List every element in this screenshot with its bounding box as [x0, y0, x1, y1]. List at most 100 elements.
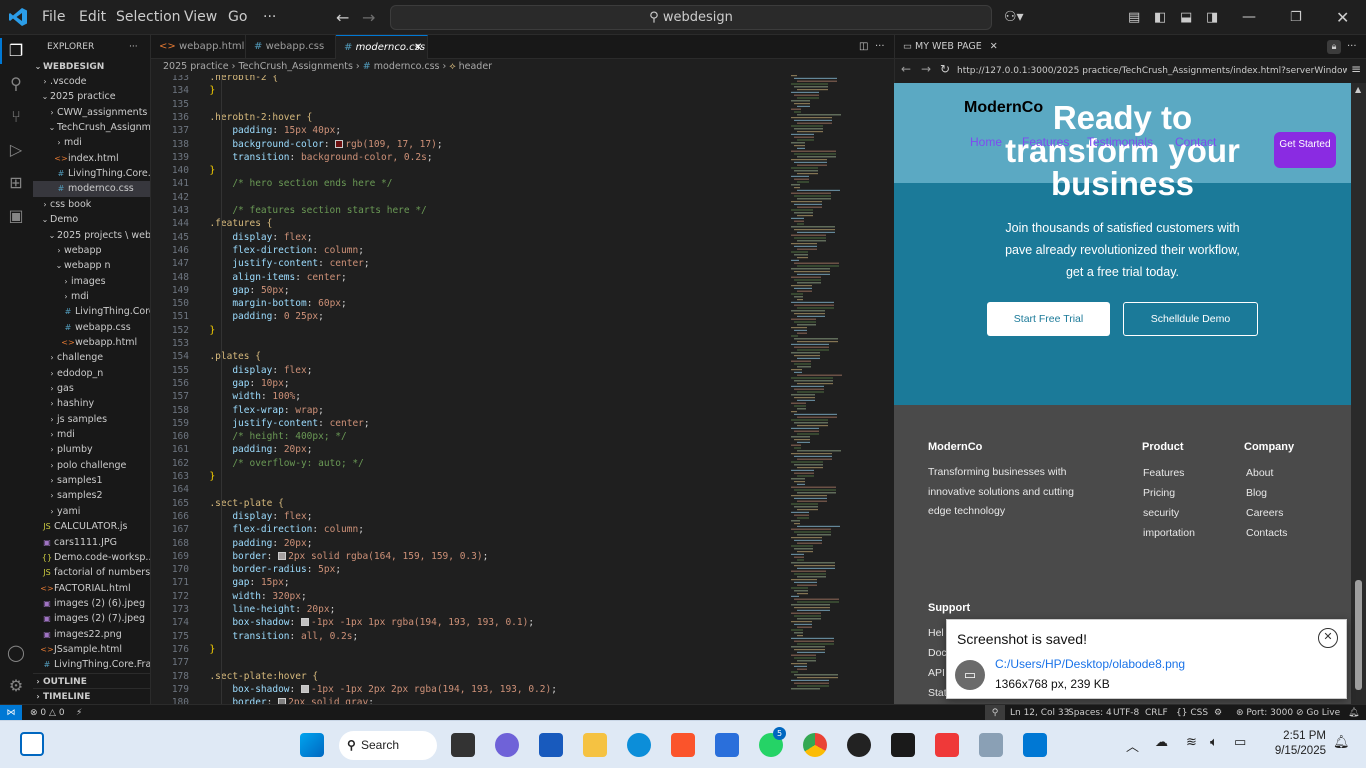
close-window-icon[interactable]: ✕	[1336, 0, 1349, 35]
ports-icon[interactable]: ⚡︎	[76, 705, 82, 721]
menu-edit[interactable]: Edit	[79, 0, 106, 35]
tree-item[interactable]: #LivingThing.Core...	[33, 304, 150, 319]
screenshot-path-link[interactable]: C:/Users/HP/Desktop/olabode8.png	[995, 657, 1185, 671]
timeline-section[interactable]: › TIMELINE	[33, 688, 150, 703]
capcut-icon[interactable]	[891, 733, 915, 757]
footer-link[interactable]: Careers	[1246, 503, 1287, 523]
tree-item[interactable]: › samples2	[33, 488, 150, 503]
code-line[interactable]: gap: 15px;	[198, 577, 289, 588]
start-windows-icon[interactable]	[300, 733, 324, 757]
outline-section[interactable]: › OUTLINE	[33, 673, 150, 688]
tree-item[interactable]: › CWW_assignments	[33, 105, 150, 120]
zoom-icon[interactable]: ⚲	[985, 705, 1005, 721]
source-control-icon[interactable]: ⑂	[5, 106, 27, 128]
tab-webapp-css[interactable]: # webapp.css	[246, 35, 336, 59]
tree-item[interactable]: ▣ images (2) (6).jpeg	[33, 596, 150, 611]
tree-item[interactable]: # modernco.css	[33, 181, 150, 197]
vscode-taskbar-icon[interactable]	[1023, 733, 1047, 757]
whatsapp-icon[interactable]: 5	[759, 727, 786, 757]
color-swatch-icon[interactable]	[278, 551, 287, 560]
tree-item[interactable]: ▣ cars1111.JPG	[33, 535, 150, 550]
code-line[interactable]: }	[198, 165, 215, 176]
word-icon[interactable]	[539, 733, 563, 757]
toggle-sidebar-icon[interactable]: ◧	[1154, 0, 1166, 35]
code-line[interactable]: }	[198, 325, 215, 336]
microsoft-store-icon[interactable]	[715, 733, 739, 757]
tree-item[interactable]: # webapp.css	[33, 320, 150, 335]
tree-item[interactable]: › samples1	[33, 473, 150, 488]
code-line[interactable]: background-color: rgb(109, 17, 17);	[198, 139, 442, 150]
tree-item[interactable]: › plumby	[33, 442, 150, 457]
tree-item[interactable]: › mdi	[33, 289, 150, 304]
breadcrumb-folder[interactable]: 2025 practice	[163, 61, 229, 72]
tree-item[interactable]: ⌄2025 projects \ weba...	[33, 228, 150, 243]
code-line[interactable]: .plates {	[198, 351, 260, 362]
code-line[interactable]: width: 320px;	[198, 591, 306, 602]
more-actions-icon[interactable]: ···	[1347, 35, 1357, 59]
tree-item[interactable]: › yami	[33, 504, 150, 519]
taskbar-search[interactable]: ⚲ Search	[339, 731, 437, 760]
code-line[interactable]: flex-direction: column;	[198, 245, 364, 256]
code-line[interactable]: box-shadow: -1px -1px 2px 2px rgba(194, …	[198, 684, 557, 695]
tree-item[interactable]: ⌄ TechCrush_Assignm...	[33, 120, 150, 135]
code-line[interactable]: .herobtn-2:hover {	[198, 112, 312, 123]
scroll-thumb[interactable]	[1355, 580, 1362, 690]
code-line[interactable]: padding: 20px;	[198, 538, 312, 549]
volume-icon[interactable]: 🔈︎	[1210, 735, 1218, 750]
indentation[interactable]: Spaces: 4	[1068, 705, 1112, 721]
tab-modernco-css[interactable]: # modernco.css ✕	[336, 35, 428, 59]
code-line[interactable]: gap: 10px;	[198, 378, 289, 389]
menu-file[interactable]: File	[42, 0, 65, 35]
chatgpt-icon[interactable]	[847, 733, 871, 757]
remote-explorer-icon[interactable]: ▣	[5, 205, 27, 227]
photos-icon[interactable]	[979, 733, 1003, 757]
forward-arrow-icon[interactable]: →	[921, 62, 931, 76]
file-explorer-icon[interactable]	[583, 733, 607, 757]
run-debug-icon[interactable]: ▷	[5, 139, 27, 161]
tree-item[interactable]: #LivingThing.Core.Fr...	[33, 166, 150, 181]
teams-meet-icon[interactable]	[495, 733, 519, 757]
code-line[interactable]: }	[198, 471, 215, 482]
menu-icon[interactable]: ≡	[1351, 62, 1361, 76]
close-notification-icon[interactable]: ✕	[1318, 628, 1338, 648]
split-editor-icon[interactable]: ◫	[851, 35, 868, 59]
more-actions-icon[interactable]: ···	[129, 35, 138, 59]
live-server-port[interactable]: ⊛ Port: 3000	[1236, 705, 1293, 721]
code-line[interactable]: /* features section starts here */	[198, 205, 426, 216]
bell-icon[interactable]: 🔔︎	[1348, 705, 1359, 721]
extensions-icon[interactable]: ⊞	[5, 172, 27, 194]
tree-item[interactable]: <>FACTORIAL.html	[33, 581, 150, 596]
code-line[interactable]: transition: background-color, 0.2s;	[198, 152, 432, 163]
code-line[interactable]: /* overflow-y: auto; */	[198, 458, 364, 469]
menu-selection[interactable]: Selection	[116, 0, 181, 35]
lock-icon[interactable]: 🔒︎	[1327, 40, 1341, 54]
tree-item[interactable]: JS factorial of numbers.js	[33, 565, 150, 580]
code-editor[interactable]: 133 .herobtn-2 {134 } 135 136 .herobtn-2:h…	[151, 75, 894, 704]
command-center-search[interactable]: ⚲ webdesign	[390, 5, 992, 30]
tree-item[interactable]: › edodop_n	[33, 366, 150, 381]
clock[interactable]: 2:51 PM 9/15/2025	[1262, 729, 1326, 759]
color-swatch-icon[interactable]	[300, 618, 309, 627]
tree-item[interactable]: {} Demo.code-worksp...	[33, 550, 150, 565]
code-line[interactable]: padding: 0 25px;	[198, 311, 324, 322]
footer-link[interactable]: About	[1246, 463, 1287, 483]
encoding[interactable]: UTF-8	[1113, 705, 1139, 721]
menu-go[interactable]: Go	[228, 0, 247, 35]
restore-icon[interactable]: ❐	[1290, 0, 1302, 35]
tree-item[interactable]: <>index.html	[33, 151, 150, 166]
nav-contact[interactable]: Contact	[1175, 135, 1216, 149]
widgets-icon[interactable]	[20, 732, 44, 756]
customize-layout-icon[interactable]: ▤	[1128, 0, 1140, 35]
color-swatch-icon[interactable]	[335, 139, 344, 148]
onedrive-icon[interactable]: ☁	[1155, 735, 1168, 750]
footer-link[interactable]: importation	[1143, 523, 1195, 543]
tree-item[interactable]: ▣ images (2) (7).jpeg	[33, 611, 150, 626]
minimize-icon[interactable]: —	[1242, 0, 1256, 35]
code-line[interactable]: justify-content: center;	[198, 258, 369, 269]
task-view-icon[interactable]	[451, 733, 475, 757]
start-free-trial-button[interactable]: Start Free Trial	[987, 302, 1110, 336]
edge-icon[interactable]	[627, 733, 651, 757]
code-line[interactable]: flex-wrap: wrap;	[198, 405, 324, 416]
code-line[interactable]: display: flex;	[198, 365, 312, 376]
breadcrumb-file[interactable]: modernco.css	[374, 61, 440, 72]
